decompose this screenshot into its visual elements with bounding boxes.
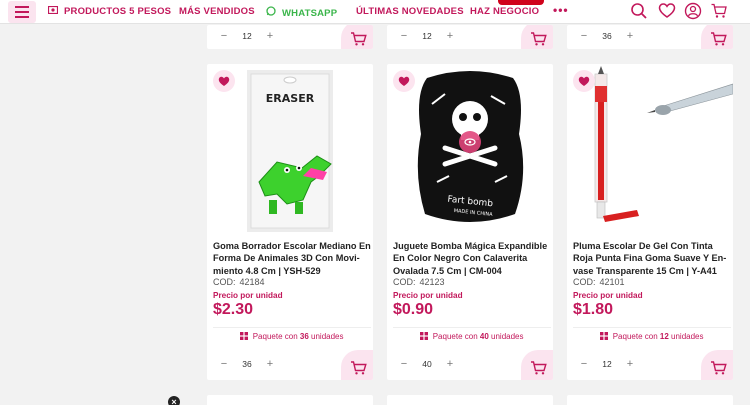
product-card-next[interactable] [567,395,733,405]
eraser-label: ERASER [266,92,315,105]
increase-button[interactable]: + [263,30,277,42]
add-to-cart-button[interactable] [701,25,733,49]
cart-icon [711,32,727,46]
product-card-top-1: − 12 + [207,25,373,49]
quantity-stepper: − 36 + [577,30,637,42]
cart-icon [711,361,727,375]
package-info: Paquete con 36 unidades [213,327,371,342]
favorite-button[interactable] [393,70,415,92]
decrease-button[interactable]: − [217,358,231,370]
quantity-stepper: − 12 + [397,30,457,42]
menu-button[interactable] [8,1,36,23]
package-info: Paquete con 12 unidades [573,327,731,342]
product-card-next[interactable] [387,395,553,405]
user-icon[interactable] [684,2,702,20]
decrease-button[interactable]: − [397,30,411,42]
product-card-top-2: − 12 + [387,25,553,49]
increase-button[interactable]: + [623,30,637,42]
quantity-value[interactable]: 12 [591,359,623,369]
quantity-stepper: − 12 + [577,358,637,370]
package-info: Paquete con 40 unidades [393,327,551,342]
more-menu-button[interactable]: ••• [553,3,569,17]
product-image-fart-bomb[interactable]: Fart bomb MADE IN CHINA [387,64,553,232]
product-title[interactable]: Goma Borrador Escolar Mediano En Forma D… [213,240,371,277]
quantity-stepper: − 12 + [217,30,277,42]
heart-icon [398,76,410,86]
cash-icon [47,5,59,16]
grid-icon [420,332,429,342]
heart-icon [578,76,590,86]
product-card[interactable]: Fart bomb MADE IN CHINA Juguete Bomba Má… [387,64,553,380]
heart-icon[interactable] [658,2,676,20]
quantity-value[interactable]: 36 [231,359,263,369]
product-price: $0.90 [393,301,434,318]
product-card-next[interactable] [207,395,373,405]
product-card[interactable]: Pluma Escolar De Gel Con Tinta Roja Punt… [567,64,733,380]
product-card[interactable]: ERASER Goma Borrador Escolar Mediano En … [207,64,373,380]
grid-icon [600,332,609,342]
increase-button[interactable]: + [443,30,457,42]
increase-button[interactable]: + [623,358,637,370]
quantity-stepper: − 40 + [397,358,457,370]
increase-button[interactable]: + [443,358,457,370]
price-label: Precio por unidad [213,291,283,300]
product-title[interactable]: Pluma Escolar De Gel Con Tinta Roja Punt… [573,240,731,277]
nav-item-haz-negocio[interactable]: HAZ NEGOCIO [470,6,539,17]
decrease-button[interactable]: − [217,30,231,42]
close-icon[interactable]: × [168,396,180,405]
decrease-button[interactable]: − [577,30,591,42]
cart-icon [531,32,547,46]
quantity-value[interactable]: 12 [411,31,443,41]
quantity-value[interactable]: 12 [231,31,263,41]
product-code: COD: 42101 [573,277,625,287]
decrease-button[interactable]: − [397,358,411,370]
product-title[interactable]: Juguete Bomba Mágica Expandible En Color… [393,240,551,277]
cart-icon [351,32,367,46]
add-to-cart-button[interactable] [701,350,733,380]
favorite-button[interactable] [573,70,595,92]
price-label: Precio por unidad [393,291,463,300]
quantity-stepper: − 36 + [217,358,277,370]
grid-icon [240,332,249,342]
nav-item-whatsapp[interactable]: WHATSAPP [266,6,337,19]
product-price: $2.30 [213,301,254,318]
top-nav: PRODUCTOS 5 PESOS MÁS VENDIDOS WHATSAPP … [0,0,750,24]
quantity-value[interactable]: 36 [591,31,623,41]
whatsapp-icon [266,6,276,18]
add-to-cart-button[interactable] [521,25,553,49]
add-to-cart-button[interactable] [341,350,373,380]
add-to-cart-button[interactable] [341,25,373,49]
cart-icon[interactable] [710,2,728,20]
add-to-cart-button[interactable] [521,350,553,380]
product-image-eraser[interactable]: ERASER [207,64,373,232]
brand-tab [498,0,544,5]
search-icon[interactable] [630,2,648,20]
product-image-gel-pen[interactable] [567,64,733,232]
favorite-button[interactable] [213,70,235,92]
increase-button[interactable]: + [263,358,277,370]
price-label: Precio por unidad [573,291,643,300]
product-price: $1.80 [573,301,614,318]
product-code: COD: 42184 [213,277,265,287]
cart-icon [351,361,367,375]
product-card-top-3: − 36 + [567,25,733,49]
nav-item-ultimas-novedades[interactable]: ÚLTIMAS NOVEDADES [356,6,464,17]
nav-item-mas-vendidos[interactable]: MÁS VENDIDOS [179,6,255,17]
heart-icon [218,76,230,86]
cart-icon [531,361,547,375]
product-code: COD: 42123 [393,277,445,287]
quantity-value[interactable]: 40 [411,359,443,369]
decrease-button[interactable]: − [577,358,591,370]
nav-item-productos-5-pesos[interactable]: PRODUCTOS 5 PESOS [47,5,171,17]
